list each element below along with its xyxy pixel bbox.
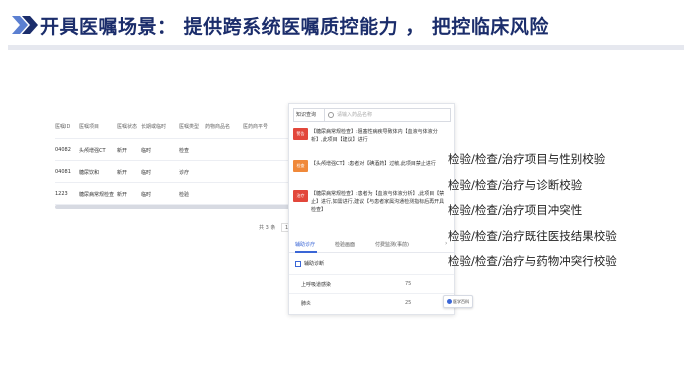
horizontal-scrollbar[interactable] <box>55 205 295 209</box>
panel-search-bar: 知识查询 请输入药品名称 <box>293 108 451 122</box>
alert-tag: 警告 <box>293 128 308 140</box>
active-tab-indicator <box>295 251 317 253</box>
cell-type: 诊疗 <box>179 170 190 176</box>
double-chevron-icon <box>12 16 38 34</box>
cell-id: 04081 <box>55 169 71 175</box>
alert-text: 【头颅增强CT】:患者对【碘酒药】过敏,此项目禁止进行 <box>311 161 436 167</box>
check-list: 检验/检查/治疗项目与性别校验 检验/检查/治疗与诊断校验 检验/检查/治疗项目… <box>448 151 617 279</box>
page-title: 开具医嘱场景： 提供跨系统医嘱质控能力 ， 把控临床风险 <box>40 16 549 38</box>
item-label: 肺炎 <box>301 301 312 307</box>
check-item: 检验/检查/治疗项目冲突性 <box>448 203 583 217</box>
title-divider <box>8 45 684 50</box>
col-drug-code: 医药商平号 <box>243 124 269 130</box>
title-bar: 开具医嘱场景： 提供跨系统医嘱质控能力 ， 把控临床风险 <box>0 0 691 52</box>
item-count: 75 <box>405 281 412 287</box>
diagnosis-icon <box>295 260 301 267</box>
tab-lab-view[interactable]: 检验画面 <box>335 241 355 248</box>
list-item[interactable]: 肺炎 25 <box>289 293 454 311</box>
cell-item: 糖尿饮和 <box>79 170 100 176</box>
pager-total: 共 3 条 <box>259 225 276 231</box>
cell-temp: 临时 <box>141 170 152 176</box>
alert-tag: 治疗 <box>293 190 308 202</box>
item-count: 25 <box>405 300 412 306</box>
cell-temp: 临时 <box>141 148 152 154</box>
alert-tag: 检查 <box>293 160 308 172</box>
knowledge-panel: 知识查询 请输入药品名称 警告 【糖尿病常规检查】:阻塞性病疾导致体内【血液与体… <box>288 103 473 315</box>
medical-wiki-label: 医学百科 <box>453 299 469 304</box>
drug-search-input[interactable]: 请输入药品名称 <box>325 108 451 122</box>
wiki-icon <box>447 299 452 304</box>
ui-mockup: 医嘱ID 医嘱项目 医嘱状态 长期或临时 医嘱类型 药物商品名 医药商平号 04… <box>55 103 473 315</box>
check-item: 检验/检查/治疗与药物冲突行校验 <box>448 254 617 268</box>
cell-type: 检查 <box>179 148 190 154</box>
col-order-type: 医嘱类型 <box>179 124 200 130</box>
query-type-select[interactable]: 知识查询 <box>293 108 325 122</box>
panel-tabs: 辅助诊疗 检验画面 付费监测(事前) › <box>289 237 454 253</box>
section-heading-label: 辅助诊断 <box>304 261 325 267</box>
cell-status: 新开 <box>117 170 128 176</box>
cell-type: 检验 <box>179 192 190 198</box>
tab-assist-treatment[interactable]: 辅助诊疗 <box>295 241 315 248</box>
cell-id: 1223 <box>55 191 68 197</box>
medical-wiki-button[interactable]: 医学百科 <box>443 295 473 308</box>
alert-message[interactable]: 检查 【头颅增强CT】:患者对【碘酒药】过敏,此项目禁止进行 <box>293 160 451 188</box>
alert-text: 【糖尿病常规检查】:阻塞性病疾导致体内【血液与体液分析】,此项目【建议】进行 <box>311 129 438 143</box>
col-long-temp: 长期或临时 <box>141 124 167 130</box>
cell-temp: 临时 <box>141 192 152 198</box>
cell-status: 新开 <box>117 148 128 154</box>
col-order-id: 医嘱ID <box>55 124 71 130</box>
alert-text: 【糖尿病常规检查】:患者为【血液与体液分析】,此项目【禁止】进行,如需进行,建议… <box>311 191 445 213</box>
col-order-item: 医嘱项目 <box>79 124 100 130</box>
item-label: 上呼吸道感染 <box>301 282 332 288</box>
check-item: 检验/检查/治疗项目与性别校验 <box>448 152 606 166</box>
cell-status: 新开 <box>117 192 128 198</box>
section-heading: 辅助诊断 <box>295 260 324 267</box>
cell-item: 头颅增强CT <box>79 148 106 154</box>
search-icon <box>328 112 334 118</box>
search-placeholder: 请输入药品名称 <box>337 112 373 118</box>
col-drug-name: 药物商品名 <box>205 124 231 130</box>
check-item: 检验/检查/治疗与诊断校验 <box>448 177 583 192</box>
cell-id: 04082 <box>55 147 71 153</box>
list-item[interactable]: 上呼吸道感染 75 <box>289 274 454 292</box>
check-item: 检验/检查/治疗既往医技结果校验 <box>448 228 617 243</box>
alert-message[interactable]: 治疗 【糖尿病常规检查】:患者为【血液与体液分析】,此项目【禁止】进行,如需进行… <box>293 190 451 230</box>
col-order-status: 医嘱状态 <box>117 124 138 130</box>
cell-item: 糖尿病常规检查 <box>79 192 115 198</box>
tab-payment-monitor[interactable]: 付费监测(事前) <box>375 241 409 248</box>
alert-message[interactable]: 警告 【糖尿病常规检查】:阻塞性病疾导致体内【血液与体液分析】,此项目【建议】进… <box>293 128 451 158</box>
